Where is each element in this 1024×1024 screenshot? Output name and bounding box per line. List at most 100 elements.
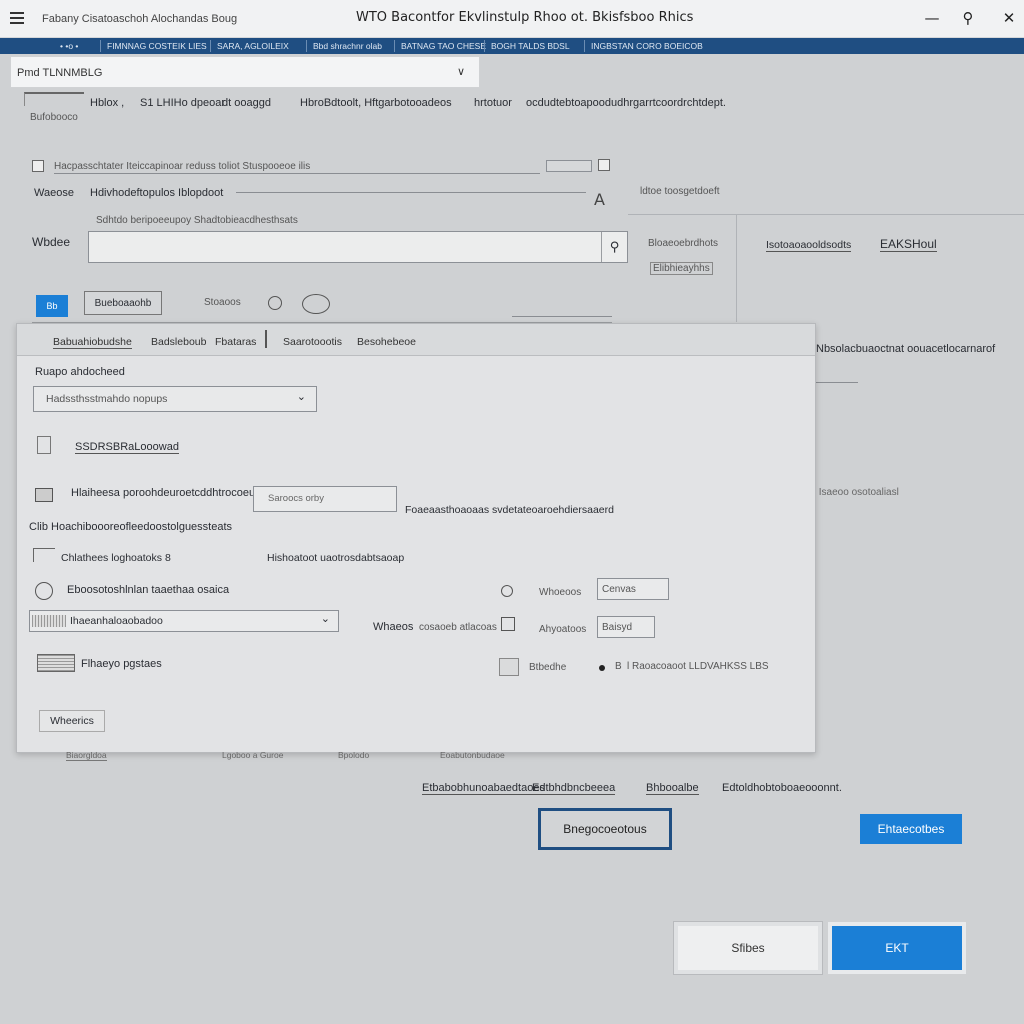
toolbar-text: dt ooaggd	[222, 97, 271, 109]
tab[interactable]: Besohebeoe	[357, 336, 416, 348]
resize-icon[interactable]	[501, 617, 515, 631]
side-note: ⁂ Isaeoo osotoaliasl	[806, 487, 899, 498]
toolbar-icon[interactable]	[24, 92, 84, 106]
strip-label: Biaorgldoa	[66, 750, 107, 761]
location-icon[interactable]: ⚲	[601, 232, 627, 262]
ribbon-tab[interactable]: BOGH TALDS BDSL	[484, 40, 576, 52]
chevron-down-icon: ∨	[456, 65, 465, 78]
window-title: WTO Bacontfor Ekvlinstulp Rhoo ot. Bkisf…	[356, 10, 694, 25]
ribbon-tab[interactable]: FIMNNAG COSTEIK LIES	[100, 40, 213, 52]
profile-select-value: Hadssthsstmahdo nopups	[46, 393, 168, 405]
field-label: Waeose	[34, 187, 74, 199]
globe-icon	[35, 582, 53, 600]
profile-select[interactable]: Hadssthsstmahdo nopups ⌄	[33, 386, 317, 412]
mid-text: Stoaoos	[204, 297, 241, 308]
strip-label: Bpolodo	[338, 750, 370, 760]
tab[interactable]: Fbataras	[215, 336, 256, 348]
view-dropdown[interactable]: Pmd TLNNMBLG ∨	[10, 56, 480, 88]
checkbox-label: SSDRSBRaLooowad	[75, 441, 179, 454]
side-label: Bloaeoebrdhots	[648, 238, 719, 249]
search-icon[interactable]	[268, 296, 282, 310]
title-bar: Fabany Cisatoaschoh Alochandas Boug WTO …	[0, 0, 1024, 38]
radio-button[interactable]	[501, 585, 513, 597]
info-text: Clib Hoachiboooreofleedoostolguessteats	[29, 521, 233, 533]
field-label: Btbedhe	[529, 662, 567, 673]
ok-button[interactable]: EKT	[828, 922, 966, 974]
search-icon[interactable]: ⚲	[954, 6, 982, 30]
text-input[interactable]: Saroocs orby	[253, 486, 397, 512]
option-checkbox[interactable]	[32, 160, 44, 172]
footer-link[interactable]: Etbabobhunoabaedtaoes	[422, 782, 545, 795]
tab[interactable]: Badsleboub	[151, 336, 206, 348]
radio-dot[interactable]	[599, 665, 605, 671]
toolbar-text: Hblox ,	[90, 97, 125, 109]
side-label: Elibhieayhhs	[650, 262, 713, 275]
chevron-down-icon: ⌄	[296, 390, 306, 403]
value-field[interactable]: Baisyd	[597, 616, 655, 638]
blue-app-icon[interactable]: Bb	[36, 295, 68, 317]
ribbon-tab[interactable]: • •o •	[54, 40, 84, 52]
focused-action-button[interactable]: Bnegocoeotous	[538, 808, 672, 850]
field-label: Chlathees loghoatoks	[61, 552, 162, 564]
tab[interactable]: Saarotoootis	[283, 336, 342, 348]
tab[interactable]: Babuahiobudshe	[53, 336, 132, 349]
section-label: Ruapo ahdocheed	[35, 366, 125, 378]
side-link[interactable]: Isotoaoaooldsodts	[766, 239, 852, 252]
side-label: ldtoe toosgetdoeft	[640, 186, 720, 197]
footer-link[interactable]: Edtbhdbncbeeea	[532, 782, 616, 795]
where-label: Wbdee	[32, 235, 71, 249]
option-select[interactable]: Ihaeanhaloaobadoo ⌄	[29, 610, 339, 632]
field-label: Whaeos	[373, 621, 414, 633]
field-text: Hishoatoot uaotrosdabtsaoap	[267, 552, 405, 564]
toolbar-label: Bufobooco	[30, 112, 78, 123]
dialog-tabs: Babuahiobudshe Badsleboub Fbataras Saaro…	[17, 324, 815, 356]
field-underline	[236, 192, 586, 193]
strip-label: Eoabutonbudaoe	[440, 750, 505, 760]
field-text: B	[615, 661, 622, 672]
divider	[628, 214, 1024, 215]
field-text: l Raoacoaoot LLDVAHKSS LBS	[627, 661, 769, 672]
field-text: Hdivhodeftopulos Iblopdoot	[90, 187, 224, 199]
footer-link[interactable]: Edtoldhobtoboaeooonnt.	[722, 782, 842, 794]
strip-label: Lgoboo a Guroe	[222, 750, 284, 760]
option-checkbox[interactable]	[598, 159, 610, 171]
small-field[interactable]	[546, 160, 592, 172]
ribbon-tab[interactable]: Bbd shrachnr olab	[306, 40, 388, 52]
font-icon[interactable]: A	[594, 190, 605, 209]
keyboard-icon	[37, 654, 75, 672]
app-title: Fabany Cisatoaschoh Alochandas Boug	[42, 13, 238, 25]
toolbar-text: hrtotuor	[474, 97, 512, 109]
cancel-button[interactable]: Sfibes	[673, 921, 823, 975]
dialog-footer-button[interactable]: Wheerics	[39, 710, 105, 732]
side-link[interactable]: EAKSHoul	[880, 237, 937, 252]
field-label: Eboosotoshlnlan taaethaa osaica	[67, 584, 230, 596]
ribbon-tab[interactable]: SARA, AGLOILEIX	[210, 40, 295, 52]
list-icon	[33, 548, 55, 562]
primary-action-button[interactable]: Ehtaecotbes	[860, 814, 962, 844]
ribbon-tabs: • •o • FIMNNAG COSTEIK LIES SARA, AGLOIL…	[0, 38, 1024, 54]
mid-button[interactable]: Bueboaaohb	[84, 291, 162, 315]
divider	[54, 173, 540, 174]
field-description: Foaeaasthoaoaas svdetateoaroehdiersaaerd	[405, 504, 614, 516]
ribbon-tab[interactable]: INGBSTAN CORO BOEICOB	[584, 40, 709, 52]
field-label: Whoeoos	[539, 587, 582, 598]
close-icon[interactable]: ✕	[995, 6, 1023, 30]
pattern-icon	[32, 615, 66, 627]
hint-text: Sdhtdo beripoeeupoy Shadtobieacdhesthsat…	[96, 215, 298, 226]
tab-separator	[265, 330, 267, 348]
monitor-icon	[35, 488, 53, 502]
ribbon-tab[interactable]: BATNAG TAO CHESE	[394, 40, 492, 52]
image-icon[interactable]	[499, 658, 519, 676]
minimize-icon[interactable]: —	[918, 6, 946, 30]
view-dropdown-value: Pmd TLNNMBLG	[17, 67, 103, 79]
hamburger-menu-icon[interactable]	[10, 12, 24, 24]
toolbar-text: ocdudtebtoapoodudhrgarrtcoordrchtdept.	[526, 97, 726, 109]
toggle-icon[interactable]	[302, 294, 330, 314]
field-label: Hlaiheesa poroohdeuroetcddhtrocoeu	[71, 487, 256, 499]
footer-link[interactable]: Bhbooalbe	[646, 782, 699, 795]
value-field[interactable]: Cenvas	[597, 578, 669, 600]
option-checkbox[interactable]	[37, 436, 51, 454]
where-input[interactable]: ⚲	[88, 231, 628, 263]
divider	[816, 382, 858, 383]
field-label: Ahyoatoos	[539, 624, 587, 635]
